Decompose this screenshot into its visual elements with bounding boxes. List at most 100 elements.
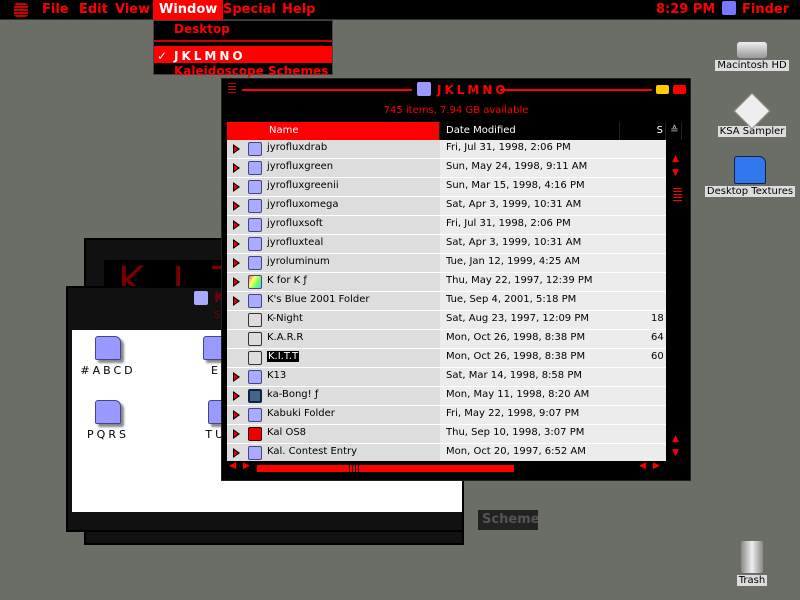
menu-help[interactable]: Help <box>276 0 321 20</box>
disclosure-triangle-icon[interactable] <box>233 144 240 154</box>
scroll-down-arrow-icon[interactable]: ▼ <box>672 168 679 178</box>
menu-window[interactable]: Window <box>153 0 224 20</box>
column-date-modified[interactable]: Date Modified <box>440 122 620 140</box>
file-date: Tue, Jan 12, 1999, 4:25 AM <box>440 254 666 272</box>
file-row[interactable]: jyroluminum Tue, Jan 12, 1999, 4:25 AM <box>227 254 666 273</box>
scroll-thumb[interactable] <box>673 188 682 202</box>
disclosure-triangle-icon[interactable] <box>233 372 240 382</box>
menu-edit[interactable]: Edit <box>73 0 114 20</box>
icon-label: Desktop Textures <box>704 186 796 197</box>
column-name[interactable]: Name <box>227 122 440 140</box>
doc-icon <box>248 313 262 327</box>
scroll-right-arrow-icon[interactable]: ▶ <box>653 461 660 471</box>
file-date: Sun, Mar 15, 1998, 4:16 PM <box>440 178 666 196</box>
file-date: Thu, Sep 10, 1998, 3:07 PM <box>440 425 666 443</box>
desktop-icon-ksa-sampler[interactable]: KSA Sampler <box>712 92 792 137</box>
scroll-left-arrow-icon[interactable]: ◀ <box>229 461 236 471</box>
file-row[interactable]: K for K ƒ Thu, May 22, 1997, 12:39 PM <box>227 273 666 292</box>
application-menu[interactable]: Finder <box>722 0 789 20</box>
file-row[interactable]: jyrofluxomega Sat, Apr 3, 1999, 10:31 AM <box>227 197 666 216</box>
file-row[interactable]: jyrofluxsoft Fri, Jul 31, 1998, 2:06 PM <box>227 216 666 235</box>
file-date: Thu, May 22, 1997, 12:39 PM <box>440 273 666 291</box>
desktop-icon-macintosh-hd[interactable]: Macintosh HD <box>712 42 792 71</box>
disclosure-triangle-icon[interactable] <box>233 201 240 211</box>
folder-icon <box>194 291 208 305</box>
file-row[interactable]: Kabuki Folder Fri, May 22, 1998, 9:07 PM <box>227 406 666 425</box>
disclosure-triangle-icon[interactable] <box>233 220 240 230</box>
apple-menu-icon[interactable] <box>14 3 28 17</box>
doc-icon <box>248 332 262 346</box>
icon-label: Macintosh HD <box>715 60 789 71</box>
disclosure-triangle-icon[interactable] <box>233 391 240 401</box>
red-icon <box>248 427 262 441</box>
file-row[interactable]: jyrofluxgreenii Sun, Mar 15, 1998, 4:16 P… <box>227 178 666 197</box>
folder-icon <box>95 400 121 424</box>
menu-item-kaleidoscope-schemes[interactable]: Kaleidoscope Schemes <box>154 63 332 80</box>
disclosure-triangle-icon[interactable] <box>233 258 240 268</box>
disclosure-triangle-icon[interactable] <box>233 410 240 420</box>
file-name: jyrofluxgreen <box>267 161 334 172</box>
file-name: jyrofluxteal <box>267 237 324 248</box>
scroll-track[interactable] <box>257 465 514 472</box>
file-size: 60 <box>651 351 664 362</box>
vertical-scrollbar[interactable]: ▲ ▼ ▲ ▼ <box>668 122 688 462</box>
disclosure-triangle-icon[interactable] <box>233 429 240 439</box>
file-row[interactable]: jyrofluxteal Sat, Apr 3, 1999, 10:31 AM <box>227 235 666 254</box>
disclosure-triangle-icon[interactable] <box>233 163 240 173</box>
folder-icon <box>248 180 262 194</box>
file-date: Sat, Apr 3, 1999, 10:31 AM <box>440 197 666 215</box>
file-row[interactable]: K.A.R.R Mon, Oct 26, 1998, 8:38 PM 64 <box>227 330 666 349</box>
file-row[interactable]: Kal. Contest Entry Mon, Oct 20, 1997, 6:5… <box>227 444 666 461</box>
file-row[interactable]: K.I.T.T Mon, Oct 26, 1998, 8:38 PM 60 <box>227 349 666 368</box>
file-row[interactable]: K13 Sat, Mar 14, 1998, 8:58 PM <box>227 368 666 387</box>
horizontal-scrollbar[interactable]: ◀ ▶ ◀ ▶ <box>227 461 667 474</box>
folder-icon <box>248 408 262 422</box>
file-row[interactable]: K-Night Sat, Aug 23, 1997, 12:09 PM 18 <box>227 311 666 330</box>
window-grip-icon[interactable] <box>228 83 236 95</box>
window-menu-dropdown: Desktop ✓ JKLMNO Kaleidoscope Schemes <box>153 20 333 78</box>
collapse-button[interactable] <box>673 85 686 94</box>
menu-clock[interactable]: 8:29 PM <box>656 0 715 20</box>
document-pen-icon <box>733 92 771 130</box>
folder-abcd[interactable]: #ABCD <box>78 336 138 377</box>
file-date: Sat, Mar 14, 1998, 8:58 PM <box>440 368 666 386</box>
folder-pqrs[interactable]: PQRS <box>78 400 138 441</box>
menu-item-desktop[interactable]: Desktop <box>154 21 332 38</box>
file-row[interactable]: Kal OS8 Thu, Sep 10, 1998, 3:07 PM <box>227 425 666 444</box>
menu-item-jklmno[interactable]: ✓ JKLMNO <box>154 46 332 63</box>
file-list: jyrofluxdrab Fri, Jul 31, 1998, 2:06 PM jy… <box>227 140 666 461</box>
scroll-right-arrow-icon[interactable]: ▶ <box>243 461 250 471</box>
menu-file[interactable]: File <box>36 0 75 20</box>
file-row[interactable]: jyrofluxdrab Fri, Jul 31, 1998, 2:06 PM <box>227 140 666 159</box>
disclosure-triangle-icon[interactable] <box>233 277 240 287</box>
rainbow-icon <box>248 275 262 289</box>
file-row[interactable]: jyrofluxgreen Sun, May 24, 1998, 9:11 AM <box>227 159 666 178</box>
folder-icon <box>417 82 431 96</box>
scroll-up-arrow-icon[interactable]: ▲ <box>672 154 679 164</box>
desktop-icon-trash[interactable]: Trash <box>722 541 782 586</box>
file-row[interactable]: ka-Bong! ƒ Mon, May 11, 1998, 8:20 AM <box>227 387 666 406</box>
disclosure-triangle-icon[interactable] <box>233 182 240 192</box>
disclosure-triangle-icon[interactable] <box>233 239 240 249</box>
file-name: ka-Bong! ƒ <box>267 389 319 400</box>
scroll-thumb[interactable] <box>349 465 361 472</box>
menu-view[interactable]: View <box>109 0 156 20</box>
scroll-up-arrow-icon[interactable]: ▲ <box>672 434 679 444</box>
file-date: Mon, Oct 26, 1998, 8:38 PM <box>440 330 666 348</box>
file-size: 64 <box>651 332 664 343</box>
icon-label: Trash <box>736 575 768 586</box>
file-row[interactable]: K's Blue 2001 Folder Tue, Sep 4, 2001, 5:… <box>227 292 666 311</box>
scroll-down-arrow-icon[interactable]: ▼ <box>672 448 679 458</box>
scroll-left-arrow-icon[interactable]: ◀ <box>639 461 646 471</box>
file-name: jyroluminum <box>267 256 330 267</box>
menu-special[interactable]: Special <box>217 0 282 20</box>
scheme-button[interactable]: Scheme... <box>478 510 538 530</box>
doc-icon <box>248 351 262 365</box>
window-info: 745 items, 7.94 GB available <box>383 105 529 116</box>
desktop-icon-desktop-textures[interactable]: Desktop Textures <box>702 156 798 197</box>
disclosure-triangle-icon[interactable] <box>233 296 240 306</box>
title-bar[interactable]: JKLMNO <box>222 79 690 101</box>
disclosure-triangle-icon[interactable] <box>233 448 240 458</box>
zoom-button[interactable] <box>656 85 669 94</box>
column-size[interactable]: S <box>620 122 666 140</box>
